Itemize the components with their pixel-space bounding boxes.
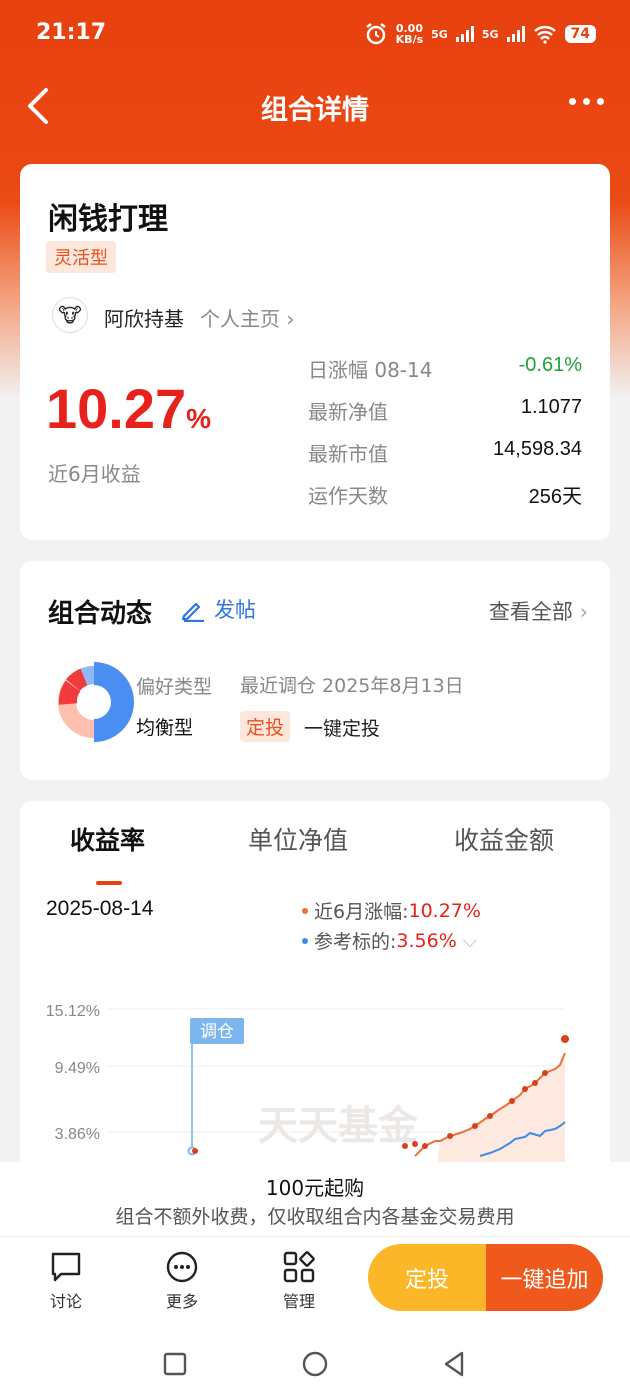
grid-manage-icon xyxy=(283,1251,315,1283)
y-tick-label: 9.49% xyxy=(55,1060,100,1077)
tab-underline xyxy=(96,881,122,885)
chart-tabs: 收益率 单位净值 收益金额 xyxy=(20,821,610,885)
author-name[interactable]: 阿欣持基 xyxy=(104,303,184,332)
more-button[interactable]: 更多 xyxy=(142,1250,222,1312)
auto-invest-text[interactable]: 一键定投 xyxy=(304,714,380,741)
wifi-icon xyxy=(533,26,556,44)
legend-benchmark[interactable]: 参考标的: 3.56% ⌵ xyxy=(302,927,477,954)
return-line-chart: 15.12% 9.49% 3.86% 天天基金 调仓 xyxy=(46,1003,569,1181)
chart-date: 2025-08-14 xyxy=(46,897,154,920)
auto-invest-tag: 定投 xyxy=(240,711,291,742)
back-nav-icon[interactable] xyxy=(442,1351,466,1377)
avatar[interactable]: 🐮 xyxy=(52,297,88,333)
system-navigation-bar xyxy=(0,1338,630,1400)
status-time: 21:17 xyxy=(36,20,107,45)
return-label: 近6月收益 xyxy=(48,462,141,486)
fund-name: 闲钱打理 xyxy=(48,202,168,237)
stat-market-value: 最新市值 14,598.34 xyxy=(308,438,582,466)
view-all-link[interactable]: 查看全部 › xyxy=(489,596,588,626)
chevron-right-icon: › xyxy=(280,307,295,331)
status-bar: 21:17 0.00 KB/s 5G 5G 74 xyxy=(0,0,630,68)
discuss-button[interactable]: 讨论 xyxy=(26,1250,106,1312)
chevron-down-icon: ⌵ xyxy=(462,929,478,952)
battery-indicator: 74 xyxy=(564,25,596,43)
more-options-icon[interactable] xyxy=(569,98,604,105)
min-purchase-notice: 100元起购 xyxy=(265,1176,365,1200)
stat-latest-nav: 最新净值 1.1077 xyxy=(308,396,582,424)
page-title: 组合详情 xyxy=(261,95,369,126)
recent-apps-icon[interactable] xyxy=(163,1352,187,1376)
post-button[interactable]: 发帖 xyxy=(180,594,256,624)
stat-daily-change: 日涨幅 08-14 -0.61% xyxy=(308,354,582,382)
network-speed: 0.00 KB/s xyxy=(395,22,424,46)
dynamics-title: 组合动态 xyxy=(48,599,153,629)
preference-value: 均衡型 xyxy=(136,717,194,739)
allocation-donut-chart xyxy=(58,662,134,742)
tab-unit-nav[interactable]: 单位净值 xyxy=(248,821,348,857)
signal-icon xyxy=(455,26,474,42)
tab-return-rate[interactable]: 收益率 xyxy=(70,821,145,857)
home-icon[interactable] xyxy=(302,1351,328,1377)
preference-label: 偏好类型 xyxy=(136,676,213,698)
net-label-1: 5G xyxy=(431,27,448,41)
last-rebalance: 最近调仓 2025年8月13日 xyxy=(240,675,464,697)
fee-notice: 组合不额外收费，仅收取组合内各基金交易费用 xyxy=(115,1206,515,1228)
y-tick-label: 3.86% xyxy=(55,1126,100,1143)
performance-chart-card: 收益率 单位净值 收益金额 2025-08-14 近6月涨幅: 10.27% 参考… xyxy=(20,801,610,1181)
watermark: 天天基金 xyxy=(258,1103,419,1148)
fund-summary-card: 闲钱打理 灵活型 🐮 阿欣持基 个人主页 › 10.27% 近6月收益 日涨幅 … xyxy=(20,164,610,540)
tab-profit-amount[interactable]: 收益金额 xyxy=(454,821,554,857)
stat-running-days: 运作天数 256天 xyxy=(308,484,582,508)
rebalance-marker-label: 调仓 xyxy=(200,1022,234,1042)
auto-invest-button[interactable]: 定投 xyxy=(368,1244,486,1311)
signal-icon-2 xyxy=(506,26,525,42)
nav-bar: 组合详情 xyxy=(0,68,630,144)
chevron-right-icon: › xyxy=(572,600,588,624)
author-homepage-link[interactable]: 个人主页 › xyxy=(200,303,294,332)
legend-portfolio: 近6月涨幅: 10.27% xyxy=(302,897,481,924)
net-label-2: 5G xyxy=(481,27,499,41)
alarm-icon xyxy=(365,23,386,45)
return-value: 10.27% xyxy=(46,377,212,440)
fund-type-tag: 灵活型 xyxy=(46,241,116,273)
pencil-icon xyxy=(181,602,204,622)
cta-group: 定投 一键追加 xyxy=(368,1244,603,1311)
portfolio-dynamics-card: 组合动态 发帖 查看全部 › 偏好类型 均衡型 最近调仓 2025年8月13日 … xyxy=(20,561,610,780)
divider xyxy=(0,1236,630,1237)
add-investment-button[interactable]: 一键追加 xyxy=(486,1244,603,1311)
status-icons: 0.00 KB/s 5G 5G 74 xyxy=(364,22,596,46)
manage-button[interactable]: 管理 xyxy=(259,1250,339,1312)
chat-bubble-icon xyxy=(51,1252,81,1282)
more-circle-icon xyxy=(166,1251,198,1283)
y-tick-label: 15.12% xyxy=(46,1003,100,1020)
